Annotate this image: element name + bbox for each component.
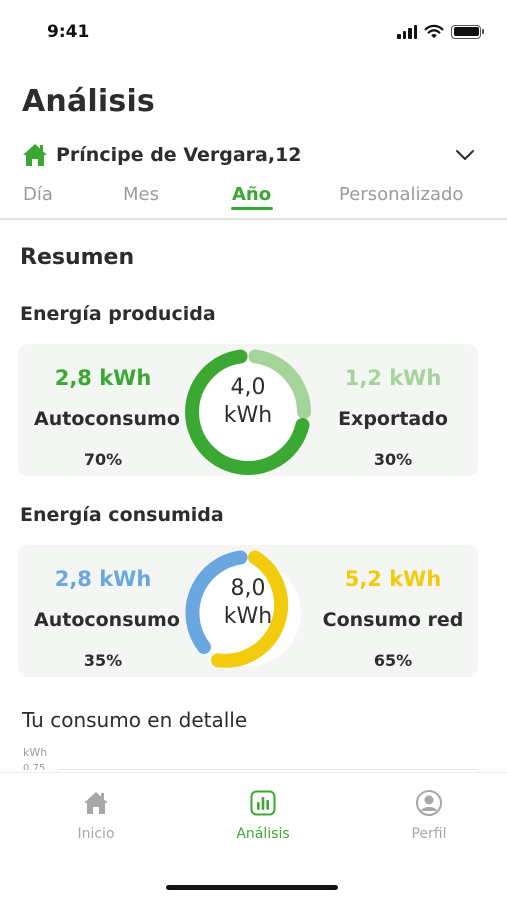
consumed-right-label: Consumo red — [322, 609, 464, 631]
battery-icon — [451, 24, 484, 39]
produced-total: 4,0 kWh — [178, 374, 318, 430]
status-icons — [397, 24, 484, 39]
location-name: Príncipe de Vergara,12 — [56, 144, 302, 166]
chart-y-tick: 0,75 — [23, 763, 46, 770]
tab-personalizado[interactable]: Personalizado — [339, 184, 463, 205]
signal-icon — [397, 24, 417, 39]
active-tab-indicator — [231, 207, 273, 210]
consumed-left-label: Autoconsumo — [34, 609, 180, 631]
tab-mes[interactable]: Mes — [123, 184, 159, 205]
consumed-total: 8,0 kWh — [178, 575, 318, 631]
chart-unit-label: kWh — [23, 746, 48, 759]
produced-left-label: Autoconsumo — [34, 408, 180, 430]
nav-inicio[interactable]: Inicio — [41, 789, 151, 842]
bottom-navigation: Inicio Análisis Perfil — [0, 772, 507, 900]
profile-icon — [416, 790, 442, 816]
nav-perfil[interactable]: Perfil — [374, 789, 484, 842]
produced-left-percent: 70% — [83, 450, 123, 469]
consumed-total-value: 8,0 — [230, 576, 266, 601]
produced-total-unit: kWh — [223, 403, 273, 428]
produced-total-value: 4,0 — [230, 375, 266, 400]
nav-analisis-label: Análisis — [236, 826, 290, 842]
status-time: 9:41 — [47, 22, 90, 42]
chevron-down-icon[interactable] — [454, 144, 476, 166]
consumed-right-value: 5,2 kWh — [344, 567, 442, 591]
tab-ano[interactable]: Año — [232, 184, 271, 205]
consumed-total-unit: kWh — [223, 604, 273, 629]
wifi-icon — [424, 24, 444, 39]
section-title: Resumen — [20, 245, 135, 270]
status-bar: 9:41 — [0, 0, 507, 64]
consumed-right-percent: 65% — [373, 651, 413, 670]
home-icon — [84, 792, 108, 814]
home-indicator — [166, 885, 338, 890]
nav-inicio-label: Inicio — [77, 826, 115, 842]
chart-icon — [250, 790, 276, 816]
consumed-grid: 5,2 kWh Consumo red 65% — [308, 545, 478, 677]
home-location-icon — [23, 144, 47, 166]
chart-gridline — [60, 769, 476, 770]
produced-title: Energía producida — [20, 303, 216, 325]
produced-card: 2,8 kWh Autoconsumo 70% 4,0 kWh 1,2 kWh … — [18, 344, 478, 476]
produced-self-consumption: 2,8 kWh Autoconsumo 70% — [18, 344, 188, 476]
nav-analisis[interactable]: Análisis — [208, 789, 318, 842]
period-tabs: Día Mes Año Personalizado — [0, 180, 507, 220]
nav-perfil-label: Perfil — [411, 826, 447, 842]
consumed-title: Energía consumida — [20, 504, 224, 526]
consumed-self-consumption: 2,8 kWh Autoconsumo 35% — [18, 545, 188, 677]
produced-left-value: 2,8 kWh — [54, 366, 152, 390]
consumed-left-value: 2,8 kWh — [54, 567, 152, 591]
tab-dia[interactable]: Día — [23, 184, 53, 205]
consumed-card: 2,8 kWh Autoconsumo 35% 8,0 kWh 5,2 kWh … — [18, 545, 478, 677]
page-title: Análisis — [22, 84, 155, 119]
detail-title: Tu consumo en detalle — [22, 708, 248, 732]
produced-right-label: Exportado — [338, 408, 448, 430]
consumed-left-percent: 35% — [83, 651, 123, 670]
location-selector[interactable]: Príncipe de Vergara,12 — [22, 138, 482, 172]
produced-right-percent: 30% — [373, 450, 413, 469]
produced-right-value: 1,2 kWh — [344, 366, 442, 390]
produced-exported: 1,2 kWh Exportado 30% — [308, 344, 478, 476]
